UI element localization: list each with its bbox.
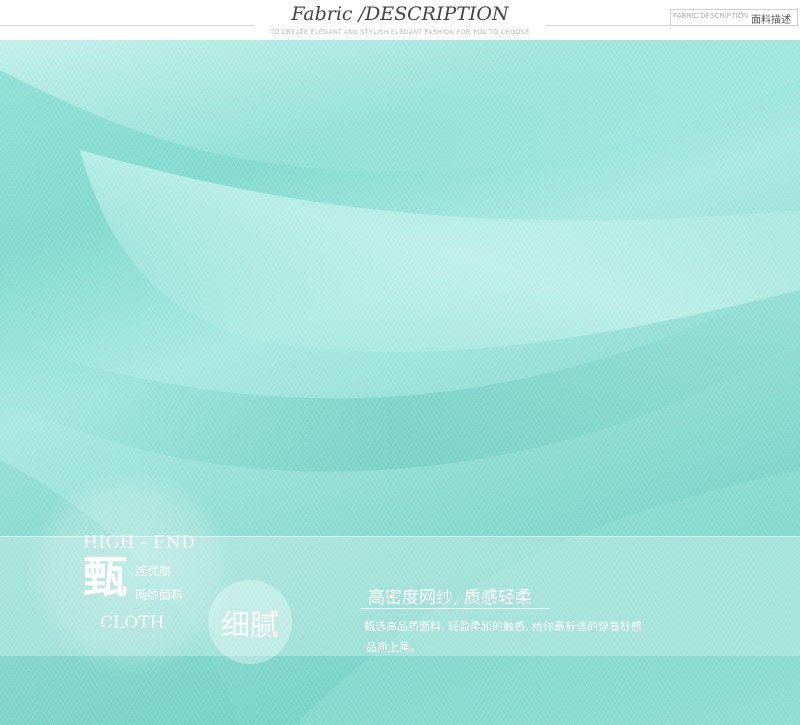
section-tag-chinese: 面料描述 bbox=[751, 15, 791, 26]
section-tag: FABRIC DESCRIPTION 面料描述 bbox=[670, 9, 798, 26]
header-divider-right bbox=[545, 25, 670, 26]
cloth-label: CLOTH bbox=[100, 613, 165, 633]
section-tag-english: FABRIC DESCRIPTION bbox=[673, 13, 749, 20]
feature-subline-2: 网纱面料 bbox=[135, 588, 184, 602]
headline-underline bbox=[360, 608, 550, 609]
feature-big-character: 甄 bbox=[83, 552, 127, 603]
description-line-1: 甄选高品质面料, 轻盈柔和的触感, 给你最舒适的穿着舒感, bbox=[364, 620, 646, 633]
high-end-label: HIGH - END bbox=[83, 533, 196, 553]
description-headline: 高密度网纱, 质感轻柔 bbox=[368, 588, 532, 608]
header-divider-left bbox=[0, 25, 255, 26]
feature-subline-1: 选优质 bbox=[135, 564, 172, 578]
section-subtitle: TO CREATE ELEGANT AND STYLISH ELEGANT FA… bbox=[270, 30, 530, 36]
header: Fabric /DESCRIPTION TO CREATE ELEGANT AN… bbox=[0, 0, 800, 40]
feature-circle-label: 细腻 bbox=[220, 608, 279, 642]
description-line-2: 品质上乘。 bbox=[366, 641, 421, 654]
feature-circle: 细腻 bbox=[208, 580, 292, 664]
